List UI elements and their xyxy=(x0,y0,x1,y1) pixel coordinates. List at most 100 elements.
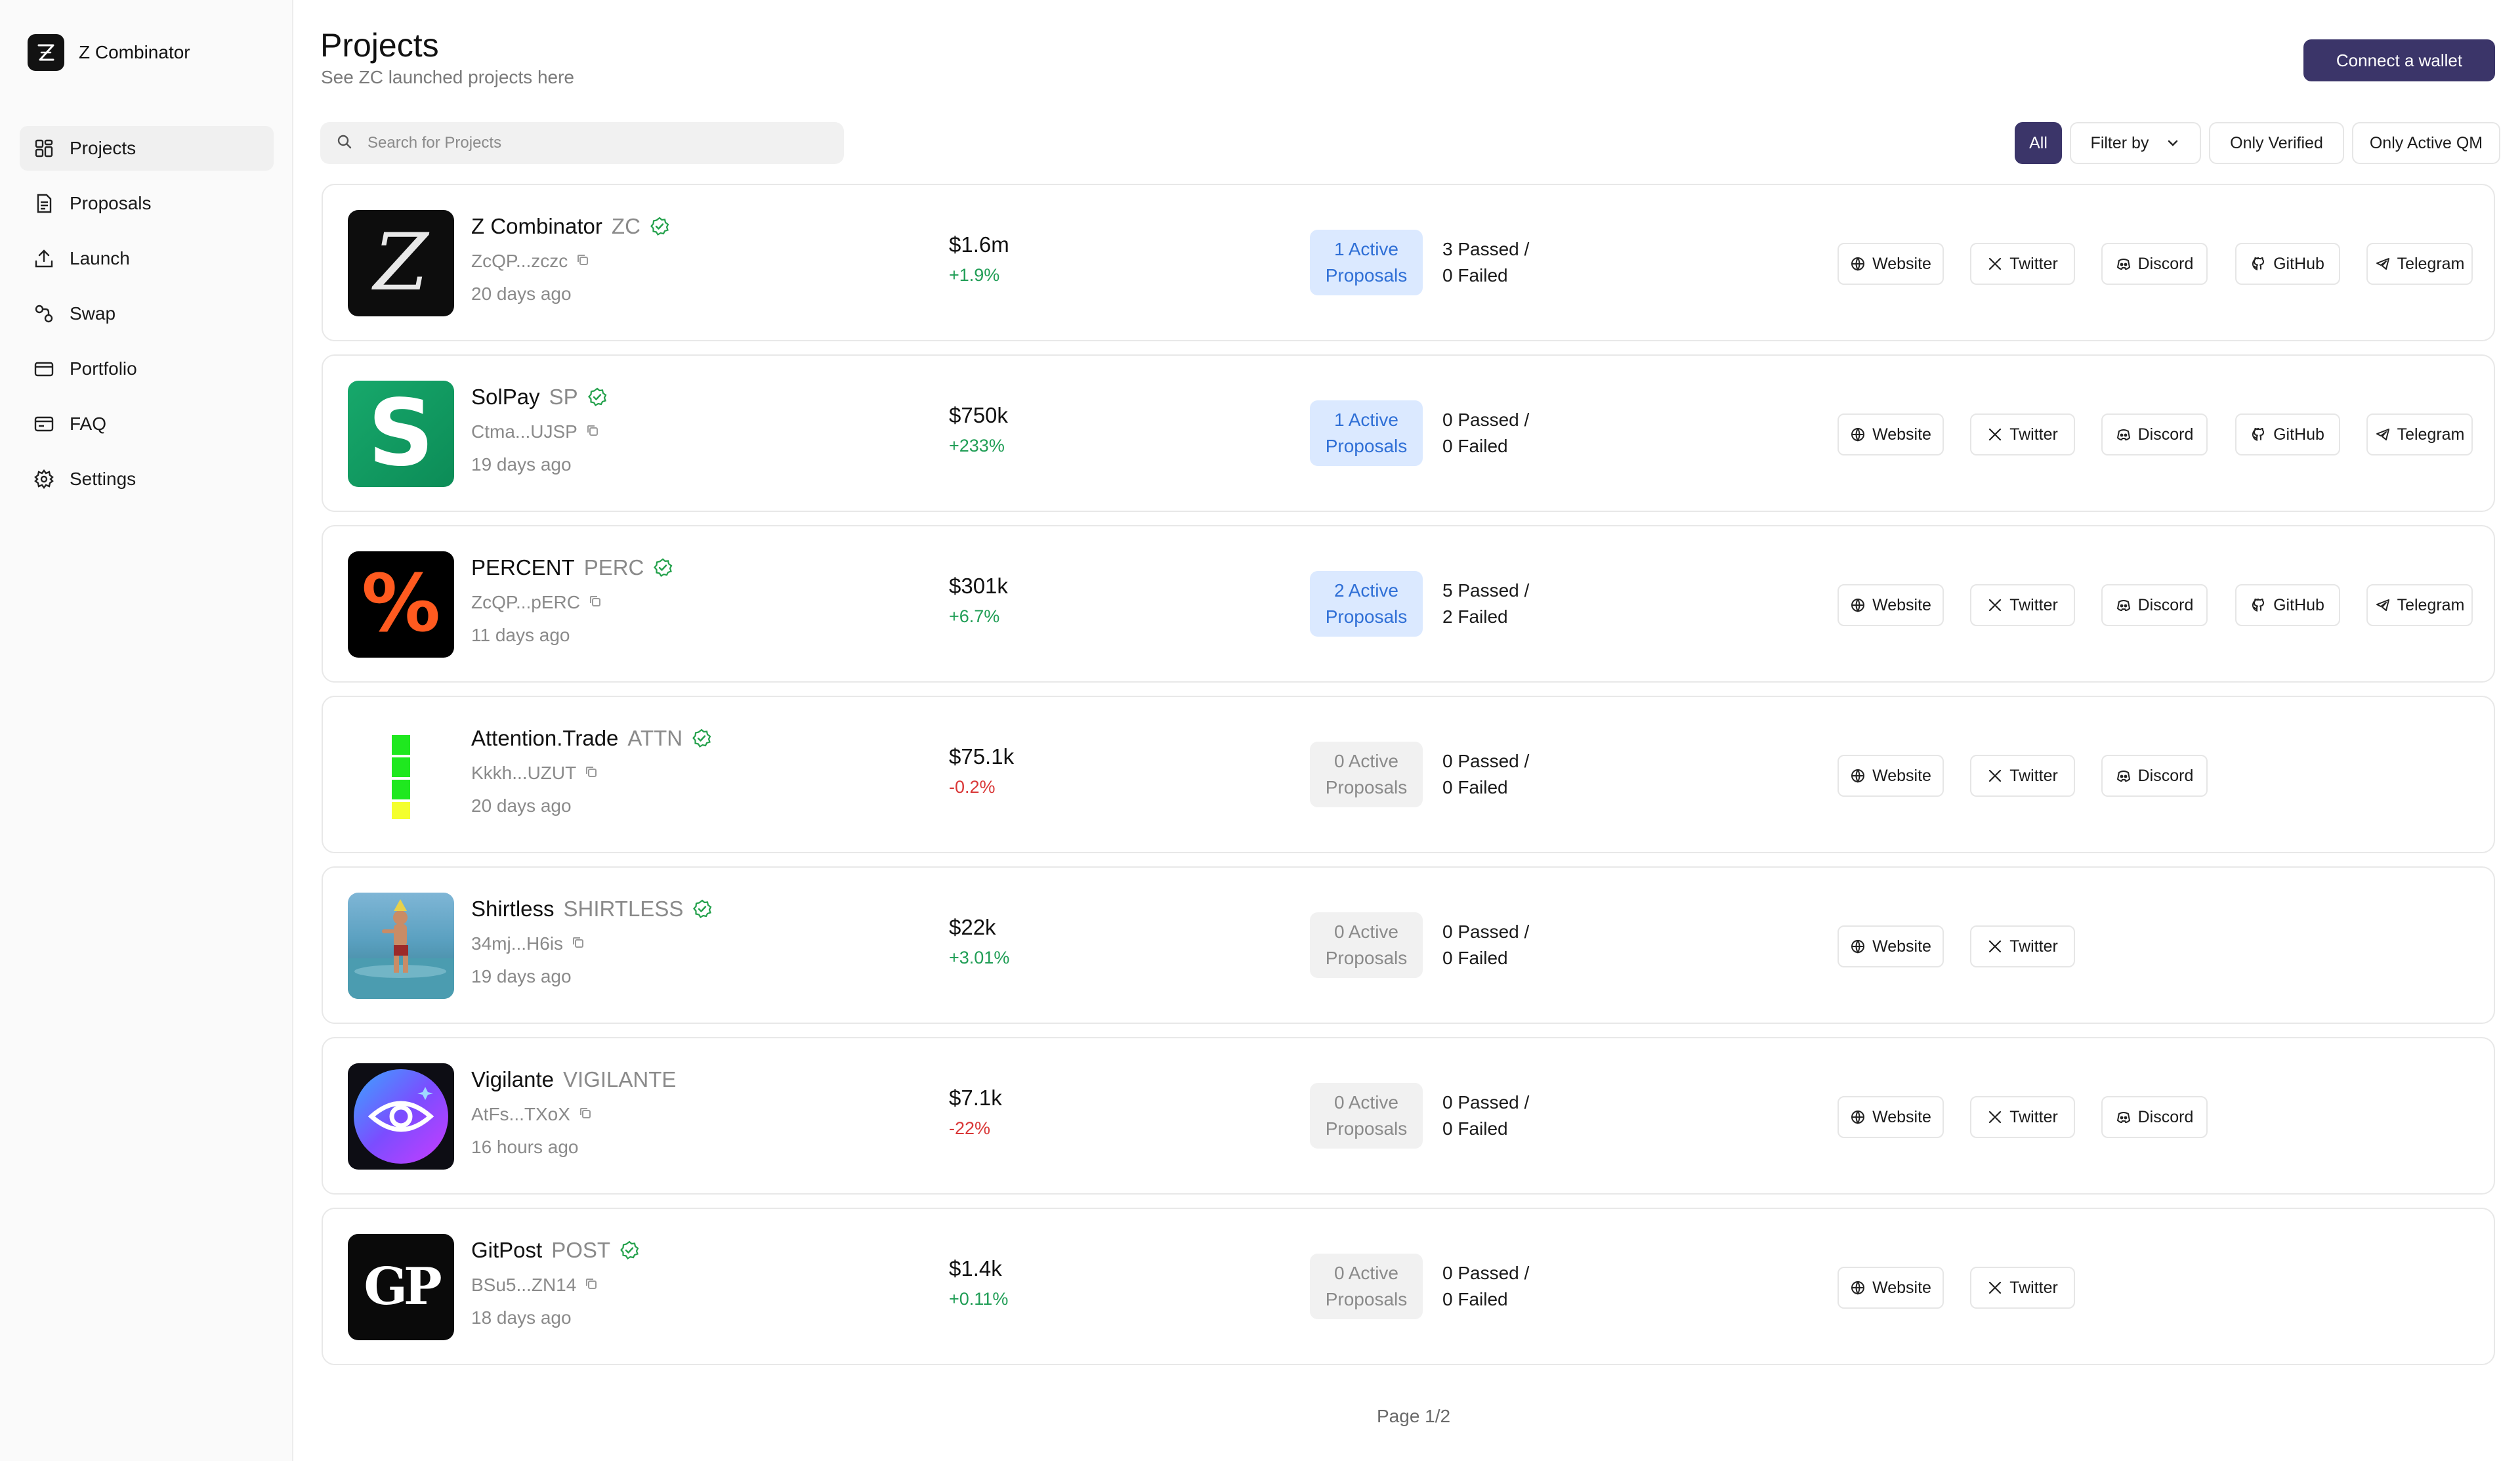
sidebar-item-label: Proposals xyxy=(70,193,152,213)
project-logo: % xyxy=(348,551,454,658)
percent-logo-glyph: % xyxy=(361,559,441,650)
address-text: 34mj...H6is xyxy=(471,933,564,954)
copy-icon[interactable] xyxy=(584,763,598,784)
discord-button[interactable]: Discord xyxy=(2101,1096,2208,1138)
discord-label: Discord xyxy=(2137,254,2194,273)
swap-icon xyxy=(33,303,55,325)
project-logo: Z xyxy=(348,210,454,316)
project-name-row: GitPost POST xyxy=(471,1238,639,1263)
twitter-button[interactable]: Twitter xyxy=(1970,584,2075,626)
sidebar-item-launch[interactable]: Launch xyxy=(20,236,274,281)
discord-label: Discord xyxy=(2137,595,2194,614)
discord-button[interactable]: Discord xyxy=(2101,243,2208,285)
contract-address: 34mj...H6is xyxy=(471,933,585,954)
copy-icon[interactable] xyxy=(576,251,590,272)
globe-icon xyxy=(1851,940,1865,954)
website-button[interactable]: Website xyxy=(1838,755,1944,797)
project-card[interactable]: Shirtless SHIRTLESS 34mj...H6is 19 days … xyxy=(322,866,2495,1024)
search-input[interactable] xyxy=(368,134,827,152)
sidebar-item-settings[interactable]: Settings xyxy=(20,457,274,501)
price-change: +0.11% xyxy=(949,1289,1009,1309)
github-button[interactable]: GitHub xyxy=(2235,413,2340,455)
telegram-button[interactable]: Telegram xyxy=(2366,584,2473,626)
discord-button[interactable]: Discord xyxy=(2101,584,2208,626)
copy-icon[interactable] xyxy=(588,592,602,613)
active-proposals-badge[interactable]: 2 Active Proposals xyxy=(1310,571,1423,637)
price-change: -0.2% xyxy=(949,777,996,797)
active-proposals-badge[interactable]: 1 Active Proposals xyxy=(1310,230,1423,295)
copy-icon[interactable] xyxy=(571,933,585,954)
sidebar-item-portfolio[interactable]: Portfolio xyxy=(20,347,274,391)
project-card[interactable]: Z Z Combinator ZC ZcQP...zczc 20 days ag… xyxy=(322,184,2495,341)
project-name-row: PERCENT PERC xyxy=(471,555,673,580)
upload-icon xyxy=(33,247,55,270)
website-label: Website xyxy=(1872,425,1931,444)
discord-icon xyxy=(2116,600,2130,612)
sidebar-item-proposals[interactable]: Proposals xyxy=(20,181,274,226)
website-button[interactable]: Website xyxy=(1838,584,1944,626)
twitter-button[interactable]: Twitter xyxy=(1970,1267,2075,1309)
active-proposals-badge[interactable]: 1 Active Proposals xyxy=(1310,400,1423,466)
sidebar-item-projects[interactable]: Projects xyxy=(20,126,274,171)
website-button[interactable]: Website xyxy=(1838,1096,1944,1138)
globe-icon xyxy=(1851,599,1865,613)
contract-address: Ctma...UJSP xyxy=(471,421,600,442)
twitter-button[interactable]: Twitter xyxy=(1970,413,2075,455)
telegram-button[interactable]: Telegram xyxy=(2366,243,2473,285)
copy-icon[interactable] xyxy=(584,1275,598,1296)
github-button[interactable]: GitHub xyxy=(2235,243,2340,285)
project-age: 16 hours ago xyxy=(471,1137,579,1157)
filter-all-button[interactable]: All xyxy=(2015,122,2062,164)
website-button[interactable]: Website xyxy=(1838,413,1944,455)
github-button[interactable]: GitHub xyxy=(2235,584,2340,626)
project-card[interactable]: % PERCENT PERC ZcQP...pERC 11 days ago $… xyxy=(322,525,2495,683)
only-active-qm-button[interactable]: Only Active QM xyxy=(2352,122,2500,164)
twitter-button[interactable]: Twitter xyxy=(1970,243,2075,285)
discord-icon xyxy=(2116,259,2130,270)
github-label: GitHub xyxy=(2273,425,2324,444)
project-card[interactable]: Attention.Trade ATTN Kkkh...UZUT 20 days… xyxy=(322,696,2495,853)
telegram-button[interactable]: Telegram xyxy=(2366,413,2473,455)
proposal-results: 0 Passed / 0 Failed xyxy=(1442,921,1530,968)
search-bar[interactable] xyxy=(320,122,844,164)
connect-wallet-button[interactable]: Connect a wallet xyxy=(2303,39,2495,81)
project-card[interactable]: Vigilante VIGILANTE AtFs...TXoX 16 hours… xyxy=(322,1037,2495,1195)
verified-badge-icon xyxy=(692,899,712,919)
x-logo-icon xyxy=(1989,769,2002,782)
twitter-button[interactable]: Twitter xyxy=(1970,925,2075,967)
project-ticker: SP xyxy=(549,385,578,409)
market-cap: $7.1k xyxy=(949,1086,1002,1110)
website-button[interactable]: Website xyxy=(1838,1267,1944,1309)
sidebar-item-label: FAQ xyxy=(70,413,107,434)
project-card[interactable]: GP GitPost POST BSu5...ZN14 18 days ago … xyxy=(322,1208,2495,1365)
project-card[interactable]: S SolPay SP Ctma...UJSP 19 days ago $750… xyxy=(322,354,2495,512)
twitter-button[interactable]: Twitter xyxy=(1970,1096,2075,1138)
twitter-button[interactable]: Twitter xyxy=(1970,755,2075,797)
copy-icon[interactable] xyxy=(578,1104,593,1125)
address-text: AtFs...TXoX xyxy=(471,1104,570,1124)
attention-bars-logo xyxy=(392,735,410,819)
sidebar-item-faq[interactable]: FAQ xyxy=(20,402,274,446)
copy-icon[interactable] xyxy=(585,421,600,442)
discord-button[interactable]: Discord xyxy=(2101,755,2208,797)
discord-button[interactable]: Discord xyxy=(2101,413,2208,455)
contract-address: Kkkh...UZUT xyxy=(471,763,598,784)
only-verified-button[interactable]: Only Verified xyxy=(2209,122,2344,164)
brand[interactable]: Z Combinator xyxy=(28,34,190,71)
active-proposals-badge[interactable]: 0 Active Proposals xyxy=(1310,912,1423,978)
active-proposals-badge[interactable]: 0 Active Proposals xyxy=(1310,1254,1423,1319)
price-change: +3.01% xyxy=(949,948,1010,967)
sidebar: Z Combinator Projects Proposals Launch S… xyxy=(0,0,293,1461)
twitter-label: Twitter xyxy=(2009,937,2058,956)
website-button[interactable]: Website xyxy=(1838,925,1944,967)
project-age: 20 days ago xyxy=(471,795,572,816)
active-proposals-badge[interactable]: 0 Active Proposals xyxy=(1310,742,1423,807)
filter-by-dropdown[interactable]: Filter by xyxy=(2070,122,2201,164)
document-icon xyxy=(33,192,55,215)
sidebar-item-swap[interactable]: Swap xyxy=(20,291,274,336)
search-icon xyxy=(336,133,353,154)
solpay-logo-letter: S xyxy=(368,381,434,487)
project-name-row: Shirtless SHIRTLESS xyxy=(471,897,712,921)
active-proposals-badge[interactable]: 0 Active Proposals xyxy=(1310,1083,1423,1149)
website-button[interactable]: Website xyxy=(1838,243,1944,285)
